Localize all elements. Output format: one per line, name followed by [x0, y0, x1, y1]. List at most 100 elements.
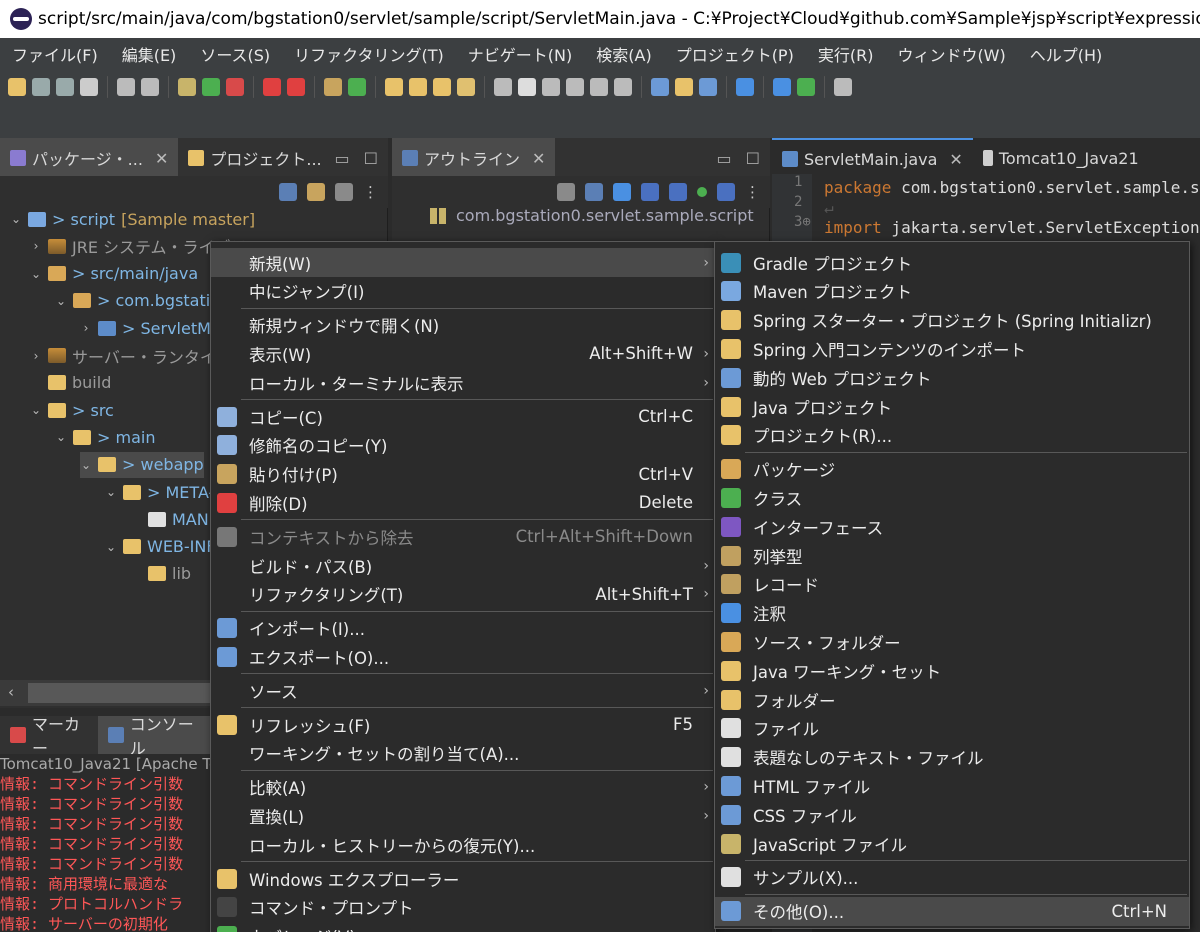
menu-item[interactable]: Windows エクスプローラー: [211, 864, 715, 893]
menu-item[interactable]: ワーキング・セットの割り当て(A)...: [211, 739, 715, 768]
menu-item[interactable]: Spring 入門コンテンツのインポート: [715, 334, 1189, 363]
menu-item[interactable]: サンプル(X)...: [715, 863, 1189, 892]
menu-6[interactable]: プロジェクト(P): [664, 42, 806, 66]
menu-item[interactable]: 中にジャンプ(I): [211, 277, 715, 306]
menu-item[interactable]: Spring スターター・プロジェクト (Spring Initializr): [715, 306, 1189, 335]
toolbar-button-icon[interactable]: [32, 78, 50, 96]
menu-item[interactable]: CSS ファイル: [715, 800, 1189, 829]
horizontal-scrollbar[interactable]: ‹: [0, 680, 210, 706]
toolbar-button-icon[interactable]: [385, 78, 403, 96]
expand-arrow-icon[interactable]: ›: [30, 239, 42, 253]
menu-item[interactable]: Maven プロジェクト: [715, 277, 1189, 306]
close-icon[interactable]: ✕: [949, 150, 962, 169]
toolbar-button-icon[interactable]: [348, 78, 366, 96]
menu-item[interactable]: 表題なしのテキスト・ファイル: [715, 743, 1189, 772]
expand-arrow-icon[interactable]: ⌄: [10, 212, 22, 226]
toolbar-button-icon[interactable]: [590, 78, 608, 96]
tab-outline[interactable]: アウトライン ✕: [392, 138, 556, 178]
toolbar-button-icon[interactable]: [178, 78, 196, 96]
console-output[interactable]: Tomcat10_Java21 [Apache Tomcat] 情報: コマンド…: [0, 754, 210, 932]
tree-item[interactable]: ⌄ > src: [30, 397, 114, 423]
toolbar-button-icon[interactable]: [614, 78, 632, 96]
menu-item[interactable]: Gradle プロジェクト: [715, 248, 1189, 277]
close-icon[interactable]: ✕: [532, 149, 545, 168]
minimize-icon[interactable]: ▭: [717, 149, 732, 168]
menu-item[interactable]: ビルド・パス(B) ›: [211, 551, 715, 580]
expand-arrow-icon[interactable]: ›: [30, 349, 42, 363]
expand-arrow-icon[interactable]: ⌄: [55, 430, 67, 444]
hide-nonpublic-icon[interactable]: [697, 187, 707, 197]
tree-item[interactable]: ⌄ > src/main/java: [30, 261, 198, 287]
menu-0[interactable]: ファイル(F): [0, 42, 110, 66]
toolbar-button-icon[interactable]: [202, 78, 220, 96]
menu-item[interactable]: 列挙型: [715, 541, 1189, 570]
menu-item[interactable]: コマンド・プロンプト: [211, 893, 715, 922]
menu-item[interactable]: 注釈: [715, 599, 1189, 628]
tab-servletmain-java[interactable]: ServletMain.java ✕: [772, 138, 973, 178]
menu-item[interactable]: ソース ›: [211, 676, 715, 705]
scrollbar-thumb[interactable]: [28, 683, 210, 703]
expand-arrow-icon[interactable]: ⌄: [80, 458, 92, 472]
maximize-icon[interactable]: ☐: [746, 149, 760, 168]
menu-item[interactable]: 新規(W) ›: [211, 248, 715, 277]
tree-item[interactable]: ⌄ > webapp: [80, 451, 204, 478]
tab-project-explorer[interactable]: プロジェクト...: [178, 138, 331, 178]
close-icon[interactable]: ✕: [155, 149, 168, 168]
sort-icon[interactable]: [613, 183, 631, 201]
menu-item[interactable]: Java プロジェクト: [715, 392, 1189, 421]
toolbar-button-icon[interactable]: [542, 78, 560, 96]
toolbar-button-icon[interactable]: [736, 78, 754, 96]
filter-icon[interactable]: [335, 183, 353, 201]
toolbar-button-icon[interactable]: [409, 78, 427, 96]
filter-icon[interactable]: [557, 183, 575, 201]
link-with-editor-icon[interactable]: [307, 183, 325, 201]
collapse-all-icon[interactable]: [279, 183, 297, 201]
menu-item[interactable]: ローカル・ターミナルに表示 ›: [211, 368, 715, 397]
menu-4[interactable]: ナビゲート(N): [456, 42, 584, 66]
toolbar-button-icon[interactable]: [8, 78, 26, 96]
hide-local-types-icon[interactable]: [717, 183, 735, 201]
hide-fields-icon[interactable]: [641, 183, 659, 201]
menu-5[interactable]: 検索(A): [584, 42, 663, 66]
menu-item[interactable]: 比較(A) ›: [211, 773, 715, 802]
menu-item[interactable]: 表示(W) Alt+Shift+W ›: [211, 339, 715, 368]
view-menu-icon[interactable]: ⋮: [745, 183, 760, 201]
toolbar-button-icon[interactable]: [494, 78, 512, 96]
toolbar-button-icon[interactable]: [797, 78, 815, 96]
toolbar-button-icon[interactable]: [433, 78, 451, 96]
toolbar-button-icon[interactable]: [287, 78, 305, 96]
tree-item[interactable]: ⌄ WEB-INF: [105, 534, 216, 560]
tree-item[interactable]: › サーバー・ランタイム: [30, 343, 232, 369]
toolbar-button-icon[interactable]: [699, 78, 717, 96]
toolbar-button-icon[interactable]: [457, 78, 475, 96]
menu-item[interactable]: クラス: [715, 483, 1189, 512]
outline-package-item[interactable]: com.bgstation0.servlet.sample.script: [430, 206, 754, 225]
menu-item[interactable]: プロジェクト(R)...: [715, 421, 1189, 450]
tree-item[interactable]: build: [30, 370, 111, 396]
toolbar-button-icon[interactable]: [566, 78, 584, 96]
expand-arrow-icon[interactable]: ⌄: [105, 540, 117, 554]
menu-8[interactable]: ウィンドウ(W): [885, 42, 1017, 66]
tab-console[interactable]: コンソール: [97, 715, 210, 758]
menu-item[interactable]: 削除(D) Delete: [211, 488, 715, 517]
menu-item[interactable]: パッケージ: [715, 455, 1189, 484]
menu-item[interactable]: ソース・フォルダー: [715, 627, 1189, 656]
menu-item[interactable]: エクスポート(O)...: [211, 642, 715, 671]
menu-1[interactable]: 編集(E): [110, 42, 189, 66]
menu-3[interactable]: リファクタリング(T): [282, 42, 456, 66]
menu-item[interactable]: 貼り付け(P) Ctrl+V: [211, 460, 715, 489]
menu-item[interactable]: フォルダー: [715, 685, 1189, 714]
toolbar-button-icon[interactable]: [263, 78, 281, 96]
toolbar-button-icon[interactable]: [773, 78, 791, 96]
toolbar-button-icon[interactable]: [80, 78, 98, 96]
tree-item[interactable]: ⌄ > main: [55, 424, 156, 450]
menu-item[interactable]: リファクタリング(T) Alt+Shift+T ›: [211, 580, 715, 609]
tree-item[interactable]: ⌄ > script [Sample master]: [10, 206, 255, 232]
menu-7[interactable]: 実行(R): [806, 42, 886, 66]
menu-item[interactable]: インターフェース: [715, 512, 1189, 541]
expand-arrow-icon[interactable]: ⌄: [105, 485, 117, 499]
toolbar-button-icon[interactable]: [518, 78, 536, 96]
menu-item[interactable]: その他(O)... Ctrl+N: [715, 896, 1189, 926]
expand-arrow-icon[interactable]: ⌄: [30, 403, 42, 417]
hide-static-icon[interactable]: [669, 183, 687, 201]
